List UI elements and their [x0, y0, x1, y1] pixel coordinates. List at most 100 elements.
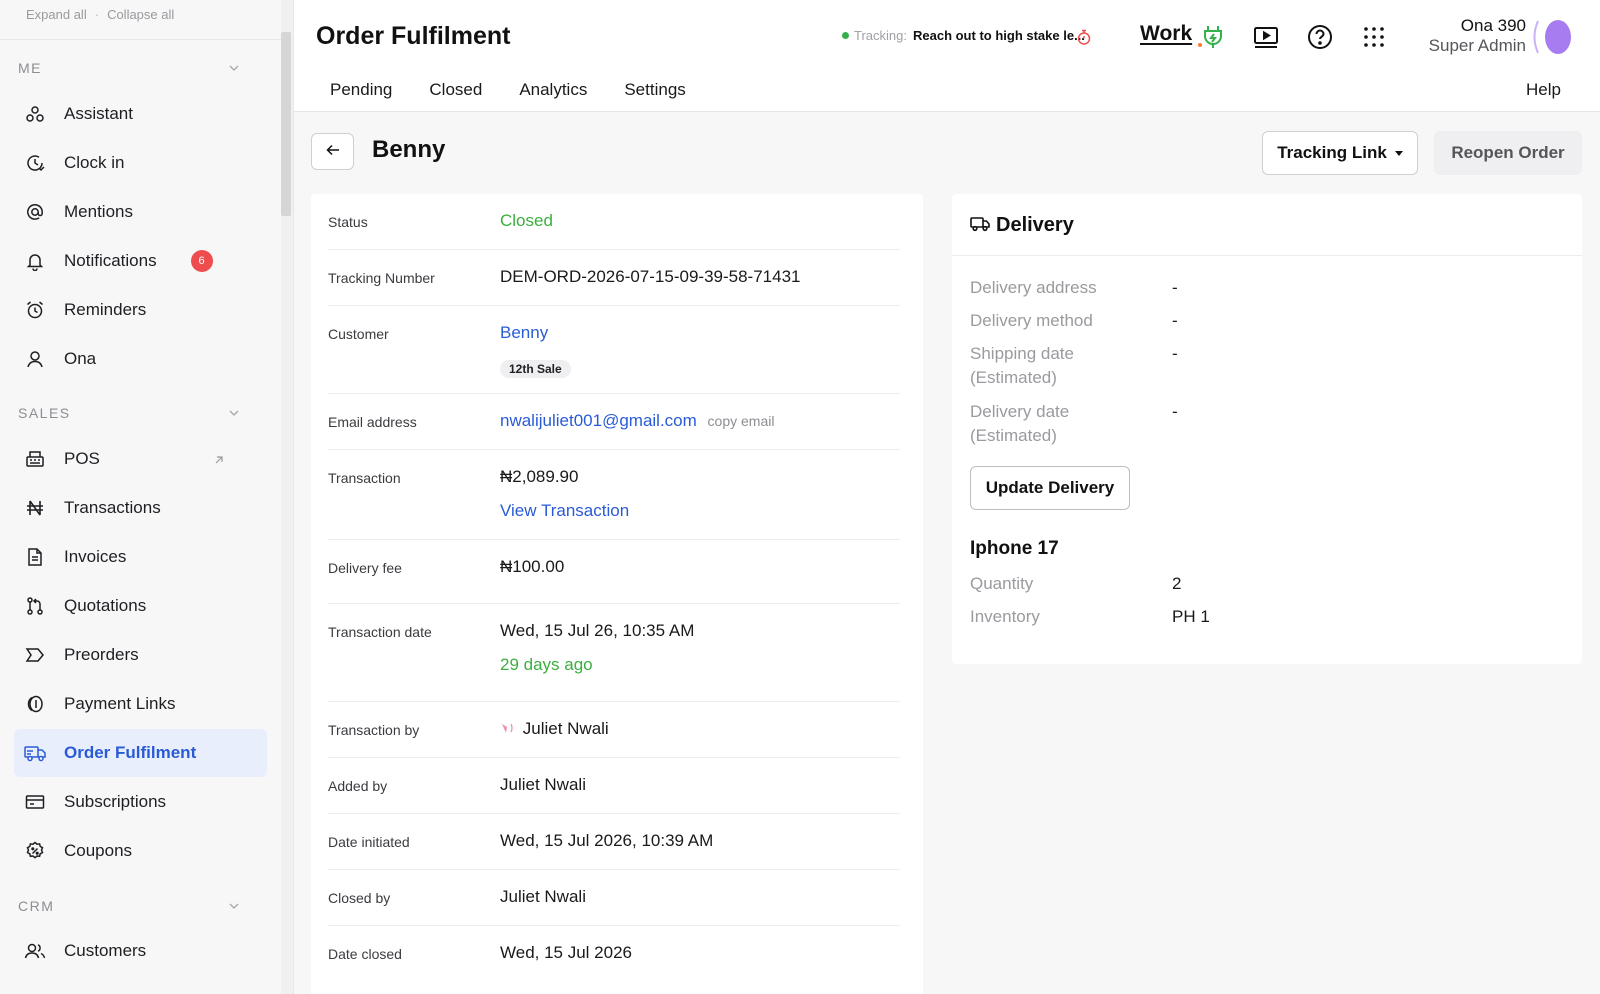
detail-label: Closed by	[328, 890, 391, 906]
delivery-title: Delivery	[996, 214, 1074, 236]
sidebar-item-reminders[interactable]: Reminders	[14, 286, 267, 334]
expand-all-link[interactable]: Expand all	[26, 7, 87, 22]
delivery-date-value: -	[1172, 402, 1178, 421]
sidebar-item-label: Reminders	[64, 300, 147, 319]
sale-count-badge: 12th Sale	[500, 360, 571, 378]
tab-settings[interactable]: Settings	[624, 80, 685, 100]
delivery-date-label: Delivery date (Estimated)	[970, 400, 1150, 448]
sidebar-item-quotations[interactable]: Quotations	[14, 582, 267, 630]
sidebar-item-mentions[interactable]: Mentions	[14, 188, 267, 236]
tracking-label: Tracking:	[854, 28, 907, 43]
sidebar: Expand all · Collapse all ME Assistant C…	[0, 0, 294, 994]
sidebar-item-pos[interactable]: POS	[14, 435, 267, 483]
detail-label: Delivery fee	[328, 560, 402, 576]
sidebar-item-label: Invoices	[64, 547, 127, 566]
sidebar-item-label: POS	[64, 449, 100, 468]
tab-analytics[interactable]: Analytics	[519, 80, 587, 100]
detail-row-added-by: Added by Juliet Nwali	[328, 758, 900, 814]
detail-row-transaction: Transaction ₦2,089.90 View Transaction	[328, 450, 900, 540]
coupon-icon	[24, 840, 46, 862]
detail-row-email: Email address nwalijuliet001@gmail.com c…	[328, 394, 900, 450]
arrow-left-icon	[325, 144, 340, 159]
preorder-icon	[24, 644, 46, 666]
detail-label: Tracking Number	[328, 270, 435, 286]
relative-time: 29 days ago	[500, 655, 593, 674]
inventory-value: PH 1	[1172, 607, 1210, 626]
screen-play-icon[interactable]	[1251, 22, 1281, 52]
external-link-icon	[213, 451, 227, 465]
sidebar-item-notifications[interactable]: Notifications 6	[14, 237, 267, 285]
payment-link-icon	[24, 693, 46, 715]
inventory-label: Inventory	[970, 607, 1040, 626]
sidebar-item-clock-in[interactable]: Clock in	[14, 139, 267, 187]
help-link[interactable]: Help	[1526, 80, 1561, 100]
tracking-link-dropdown[interactable]: Tracking Link	[1262, 131, 1418, 175]
tab-closed[interactable]: Closed	[429, 80, 482, 100]
sidebar-item-transactions[interactable]: Transactions	[14, 484, 267, 532]
delivery-method-value: -	[1172, 311, 1178, 330]
reopen-order-button[interactable]: Reopen Order	[1434, 131, 1582, 175]
detail-row-customer: Customer Benny 12th Sale	[328, 306, 900, 394]
sidebar-item-label: Subscriptions	[64, 792, 167, 811]
apps-grid-icon[interactable]	[1359, 22, 1389, 52]
copy-email-button[interactable]: copy email	[708, 413, 775, 429]
back-button[interactable]	[311, 133, 354, 170]
assistant-icon	[24, 103, 46, 125]
detail-label: Email address	[328, 414, 417, 430]
customer-link[interactable]: Benny	[500, 323, 548, 343]
sidebar-item-payment-links[interactable]: Payment Links	[14, 680, 267, 728]
transaction-amount: ₦2,089.90	[500, 467, 579, 486]
sidebar-item-label: Order Fulfilment	[64, 743, 197, 762]
sidebar-item-label: Customers	[64, 941, 147, 960]
detail-label: Date closed	[328, 946, 402, 962]
clock-in-icon	[24, 152, 46, 174]
sidebar-item-invoices[interactable]: Invoices	[14, 533, 267, 581]
sidebar-item-label: Mentions	[64, 202, 133, 221]
section-crm-header[interactable]: CRM	[18, 898, 240, 914]
sidebar-item-label: Quotations	[64, 596, 147, 615]
section-crm-title: CRM	[18, 898, 55, 914]
transaction-date-value: Wed, 15 Jul 26, 10:35 AM	[500, 621, 695, 640]
detail-label: Status	[328, 214, 368, 230]
tracking-number-value: DEM-ORD-2026-07-15-09-39-58-71431	[500, 267, 801, 286]
shipping-date-label-note: (Estimated)	[970, 368, 1057, 387]
detail-row-transaction-date: Transaction date Wed, 15 Jul 26, 10:35 A…	[328, 604, 900, 702]
section-me-header[interactable]: ME	[18, 60, 240, 76]
email-link[interactable]: nwalijuliet001@gmail.com	[500, 411, 697, 430]
sidebar-item-ona[interactable]: Ona	[14, 335, 267, 383]
user-info[interactable]: Ona 390 Super Admin	[1402, 16, 1526, 56]
sidebar-item-assistant[interactable]: Assistant	[14, 90, 267, 138]
section-sales-header[interactable]: SALES	[18, 405, 240, 421]
detail-row-closed-by: Closed by Juliet Nwali	[328, 870, 900, 926]
work-logo[interactable]: Work	[1140, 22, 1192, 46]
chevron-down-icon	[228, 407, 240, 419]
sidebar-item-label: Coupons	[64, 841, 133, 860]
tab-pending[interactable]: Pending	[330, 80, 392, 100]
time-tracking-indicator[interactable]: Tracking: Reach out to high stake le...	[842, 28, 1085, 43]
page-title: Order Fulfilment	[316, 22, 511, 50]
delivery-fee-value: ₦100.00	[500, 557, 565, 576]
stopwatch-icon[interactable]	[1069, 22, 1099, 52]
sidebar-scrollbar[interactable]	[281, 32, 291, 216]
notification-count-badge: 6	[190, 250, 213, 272]
date-closed-value: Wed, 15 Jul 2026	[500, 943, 632, 962]
sidebar-item-subscriptions[interactable]: Subscriptions	[14, 778, 267, 826]
avatar[interactable]	[1530, 18, 1574, 56]
sidebar-item-preorders[interactable]: Preorders	[14, 631, 267, 679]
sidebar-item-coupons[interactable]: Coupons	[14, 827, 267, 875]
collapse-all-link[interactable]: Collapse all	[107, 7, 174, 22]
sidebar-expand-controls: Expand all · Collapse all	[0, 0, 293, 40]
view-transaction-link[interactable]: View Transaction	[500, 501, 629, 521]
sidebar-item-order-fulfilment[interactable]: Order Fulfilment	[14, 729, 267, 777]
detail-row-date-initiated: Date initiated Wed, 15 Jul 2026, 10:39 A…	[328, 814, 900, 870]
power-plug-icon[interactable]	[1198, 22, 1228, 52]
tracking-status-dot	[842, 32, 849, 39]
transaction-by-value: Juliet Nwali	[522, 719, 609, 738]
help-circle-icon[interactable]	[1305, 22, 1335, 52]
pos-icon	[24, 448, 46, 470]
bell-icon	[24, 250, 46, 272]
sidebar-item-customers[interactable]: Customers	[14, 927, 267, 975]
detail-row-delivery-fee: Delivery fee ₦100.00	[328, 540, 900, 604]
update-delivery-button[interactable]: Update Delivery	[970, 466, 1130, 510]
user-role: Super Admin	[1428, 36, 1526, 55]
